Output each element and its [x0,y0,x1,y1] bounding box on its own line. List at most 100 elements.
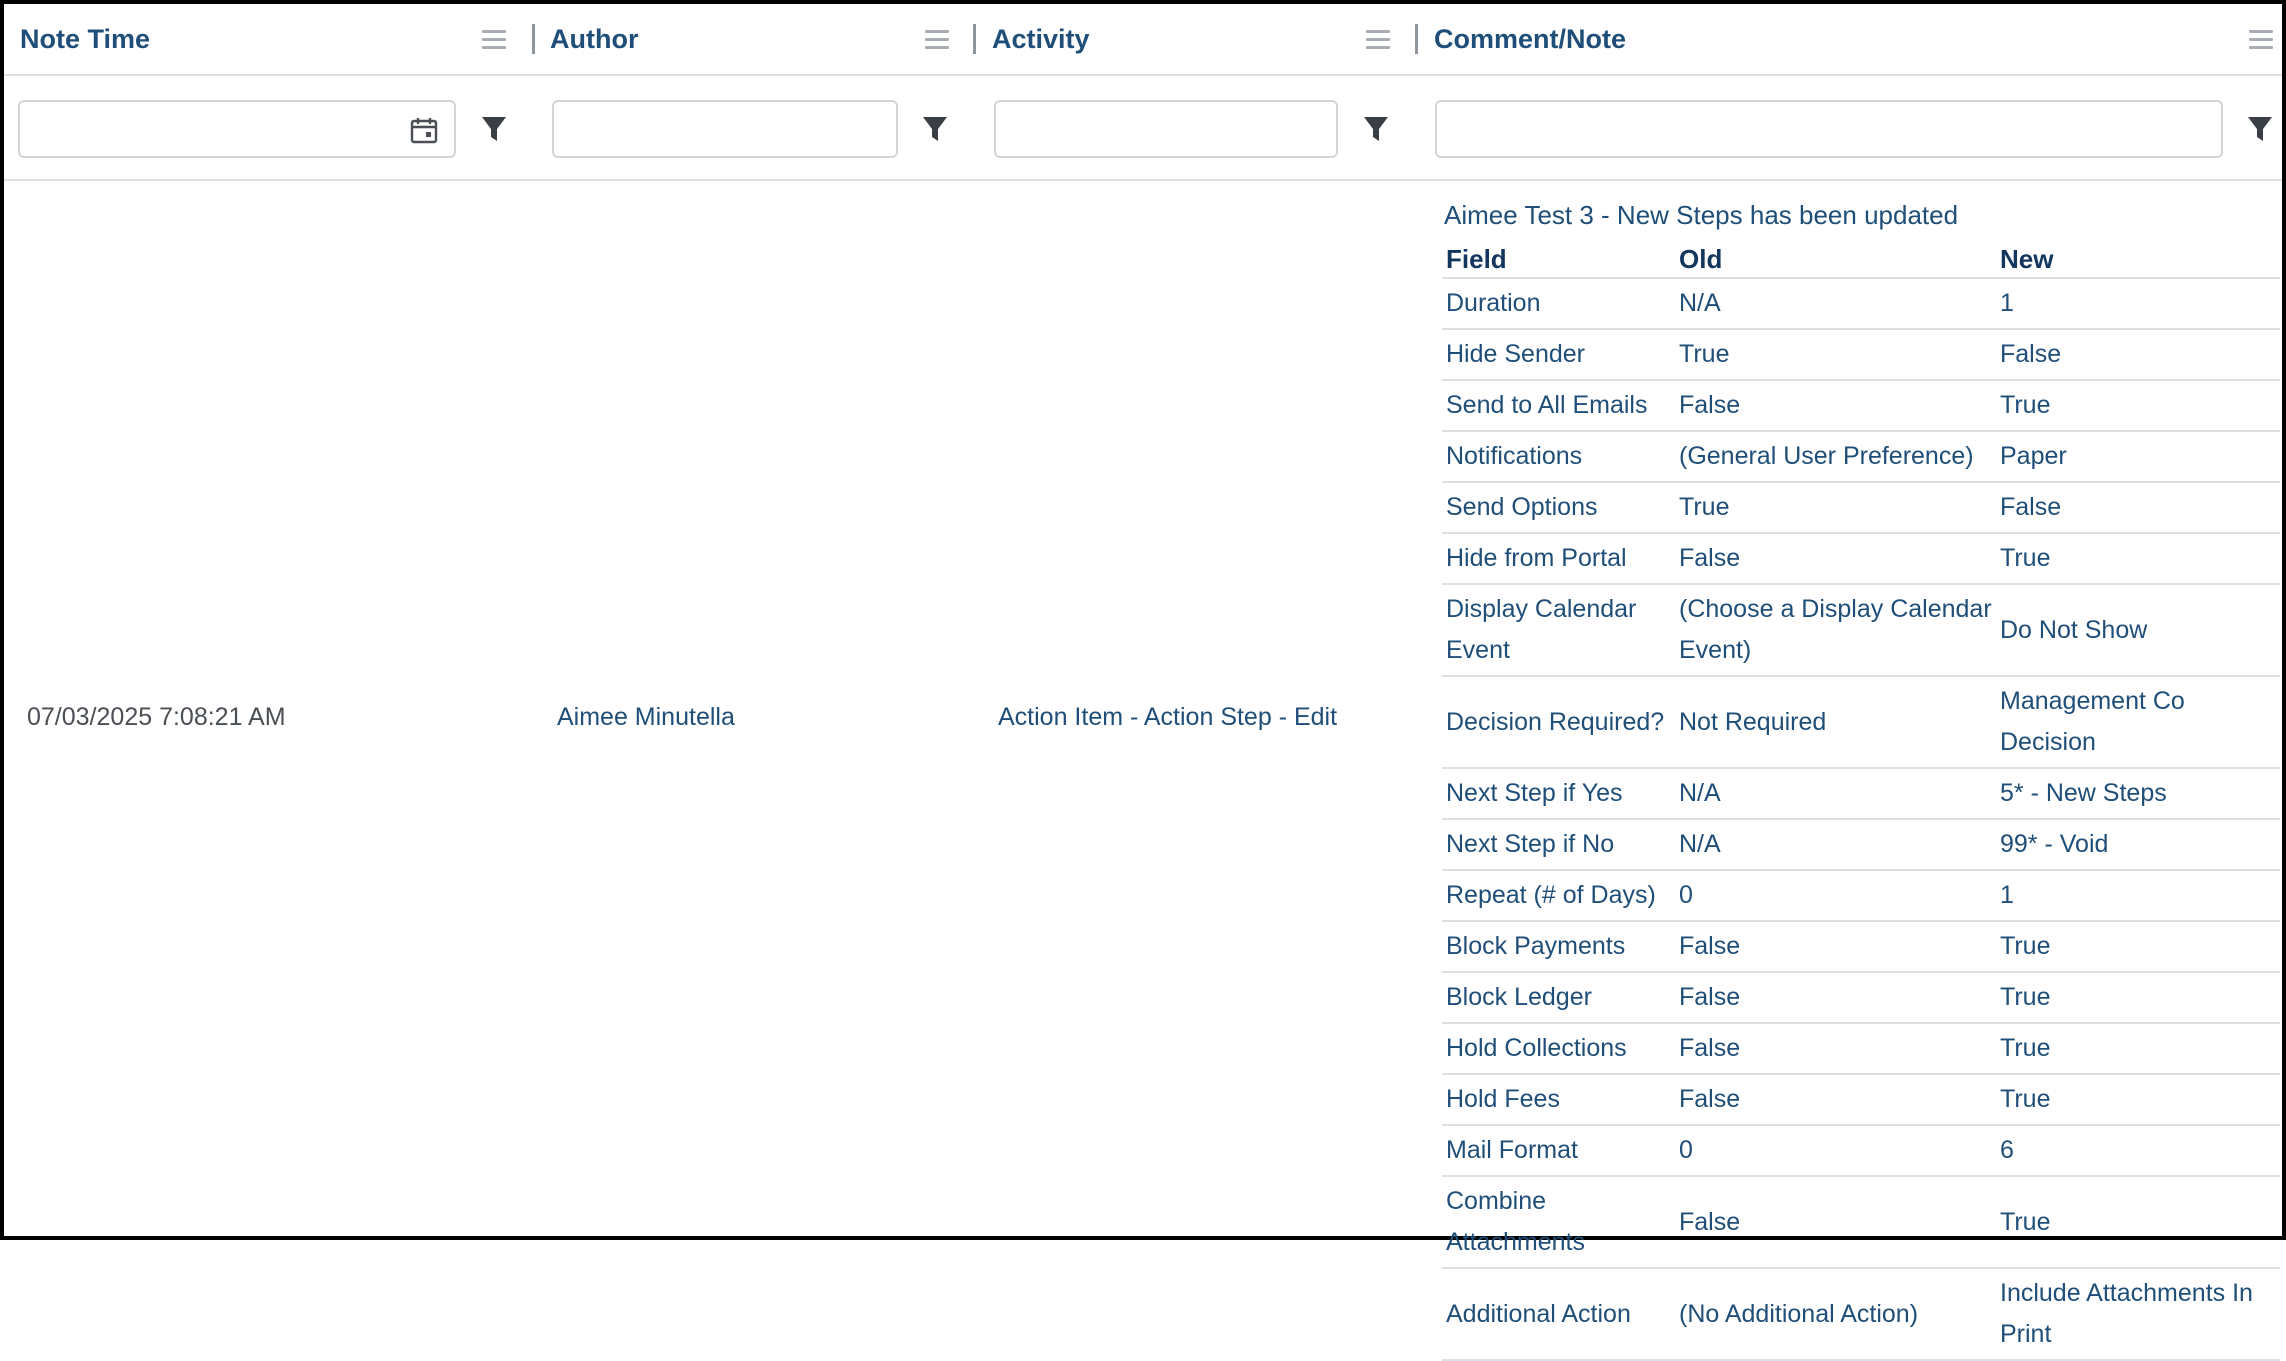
field: Notifications [1442,431,1675,483]
new-value: True [1996,1074,2280,1126]
column-menu-icon[interactable] [925,30,949,50]
author-value: Aimee Minutella [557,703,735,731]
table-row: Next Step if No N/A 99* - Void [1442,819,2280,871]
filter-funnel-icon[interactable] [1362,114,1390,144]
new-value: True [1996,921,2280,973]
new-value: True [1996,972,2280,1024]
field: Additional Action [1442,1268,1675,1361]
new-value: True [1996,1023,2280,1075]
new-value: Include Attachments In Print [1996,1268,2280,1361]
table-row: Decision Required? Not Required Management… [1442,676,2280,769]
change-table: Field Old New Duration N/A 1 Hide Sender Tru… [1442,239,2280,1361]
column-resize-handle[interactable] [1415,24,1418,54]
comment-title: Aimee Test 3 - New Steps has been update… [1444,200,1959,230]
new-value: 5* - New Steps [1996,768,2280,820]
old-value: 0 [1675,1125,1996,1177]
old-value: Not Required [1675,676,1996,769]
field: Next Step if No [1442,819,1675,871]
filter-funnel-icon[interactable] [480,114,508,144]
activity-filter-input[interactable] [994,100,1338,158]
column-header-comment-note[interactable]: Comment/Note [1434,24,1626,55]
old-value: 0 [1675,870,1996,922]
table-row: Duration N/A 1 [1442,278,2280,330]
field: Hide Sender [1442,329,1675,381]
table-row: Next Step if Yes N/A 5* - New Steps [1442,768,2280,820]
note-time-filter-input[interactable] [18,100,456,158]
field: Next Step if Yes [1442,768,1675,820]
new-column-header: New [1996,239,2280,279]
column-menu-icon[interactable] [1366,30,1390,50]
table-row: Combine Attachments False True [1442,1176,2280,1269]
new-value: False [1996,482,2280,534]
column-header-note-time[interactable]: Note Time [20,24,150,55]
old-value: False [1675,1176,1996,1269]
table-row: Display Calendar Event (Choose a Display … [1442,584,2280,677]
old-value: N/A [1675,278,1996,330]
column-menu-icon[interactable] [482,30,506,50]
field: Hold Fees [1442,1074,1675,1126]
activity-value: Action Item - Action Step - Edit [998,703,1338,731]
calendar-icon[interactable] [410,116,438,144]
table-row: Block Ledger False True [1442,972,2280,1024]
table-row: Hide from Portal False True [1442,533,2280,585]
old-value: N/A [1675,768,1996,820]
column-header-author[interactable]: Author [550,24,638,55]
new-value: 6 [1996,1125,2280,1177]
field: Block Payments [1442,921,1675,973]
table-row: Notifications (General User Preference) Pa… [1442,431,2280,483]
old-value: False [1675,380,1996,432]
old-value: False [1675,1074,1996,1126]
table-row: Send to All Emails False True [1442,380,2280,432]
new-value: True [1996,533,2280,585]
field: Send Options [1442,482,1675,534]
column-resize-handle[interactable] [973,24,976,54]
field: Hide from Portal [1442,533,1675,585]
new-value: Management Co Decision [1996,676,2280,769]
field: Send to All Emails [1442,380,1675,432]
old-value: (General User Preference) [1675,431,1996,483]
table-row: Repeat (# of Days) 0 1 [1442,870,2280,922]
field-column-header: Field [1442,239,1675,279]
note-time-value: 07/03/2025 7:08:21 AM [27,703,286,731]
old-value: (No Additional Action) [1675,1268,1996,1361]
new-value: Paper [1996,431,2280,483]
new-value: True [1996,1176,2280,1269]
old-value: True [1675,482,1996,534]
column-header-activity[interactable]: Activity [992,24,1090,55]
new-value: True [1996,380,2280,432]
new-value: 1 [1996,278,2280,330]
filter-funnel-icon[interactable] [921,114,949,144]
field: Hold Collections [1442,1023,1675,1075]
grid-header: Note Time Author Activity Comment/Note [4,4,2282,76]
field: Display Calendar Event [1442,584,1675,677]
old-column-header: Old [1675,239,1996,279]
column-resize-handle[interactable] [532,24,535,54]
field: Combine Attachments [1442,1176,1675,1269]
new-value: False [1996,329,2280,381]
filter-funnel-icon[interactable] [2246,114,2274,144]
field: Block Ledger [1442,972,1675,1024]
comment-note-cell: Aimee Test 3 - New Steps has been update… [1442,200,2280,1361]
notes-grid: Note Time Author Activity Comment/Note 0… [0,0,2286,1361]
old-value: False [1675,1023,1996,1075]
old-value: False [1675,921,1996,973]
table-row: Block Payments False True [1442,921,2280,973]
author-filter-input[interactable] [552,100,898,158]
old-value: N/A [1675,819,1996,871]
old-value: True [1675,329,1996,381]
old-value: False [1675,972,1996,1024]
table-row: Mail Format 0 6 [1442,1125,2280,1177]
field: Decision Required? [1442,676,1675,769]
filter-row [4,76,2282,181]
old-value: (Choose a Display Calendar Event) [1675,584,1996,677]
new-value: 1 [1996,870,2280,922]
table-row: Hold Collections False True [1442,1023,2280,1075]
table-row: Additional Action (No Additional Action) I… [1442,1268,2280,1361]
table-row: Send Options True False [1442,482,2280,534]
comment-filter-input[interactable] [1435,100,2223,158]
table-row: Hide Sender True False [1442,329,2280,381]
column-menu-icon[interactable] [2249,30,2273,50]
field: Mail Format [1442,1125,1675,1177]
field: Repeat (# of Days) [1442,870,1675,922]
old-value: False [1675,533,1996,585]
